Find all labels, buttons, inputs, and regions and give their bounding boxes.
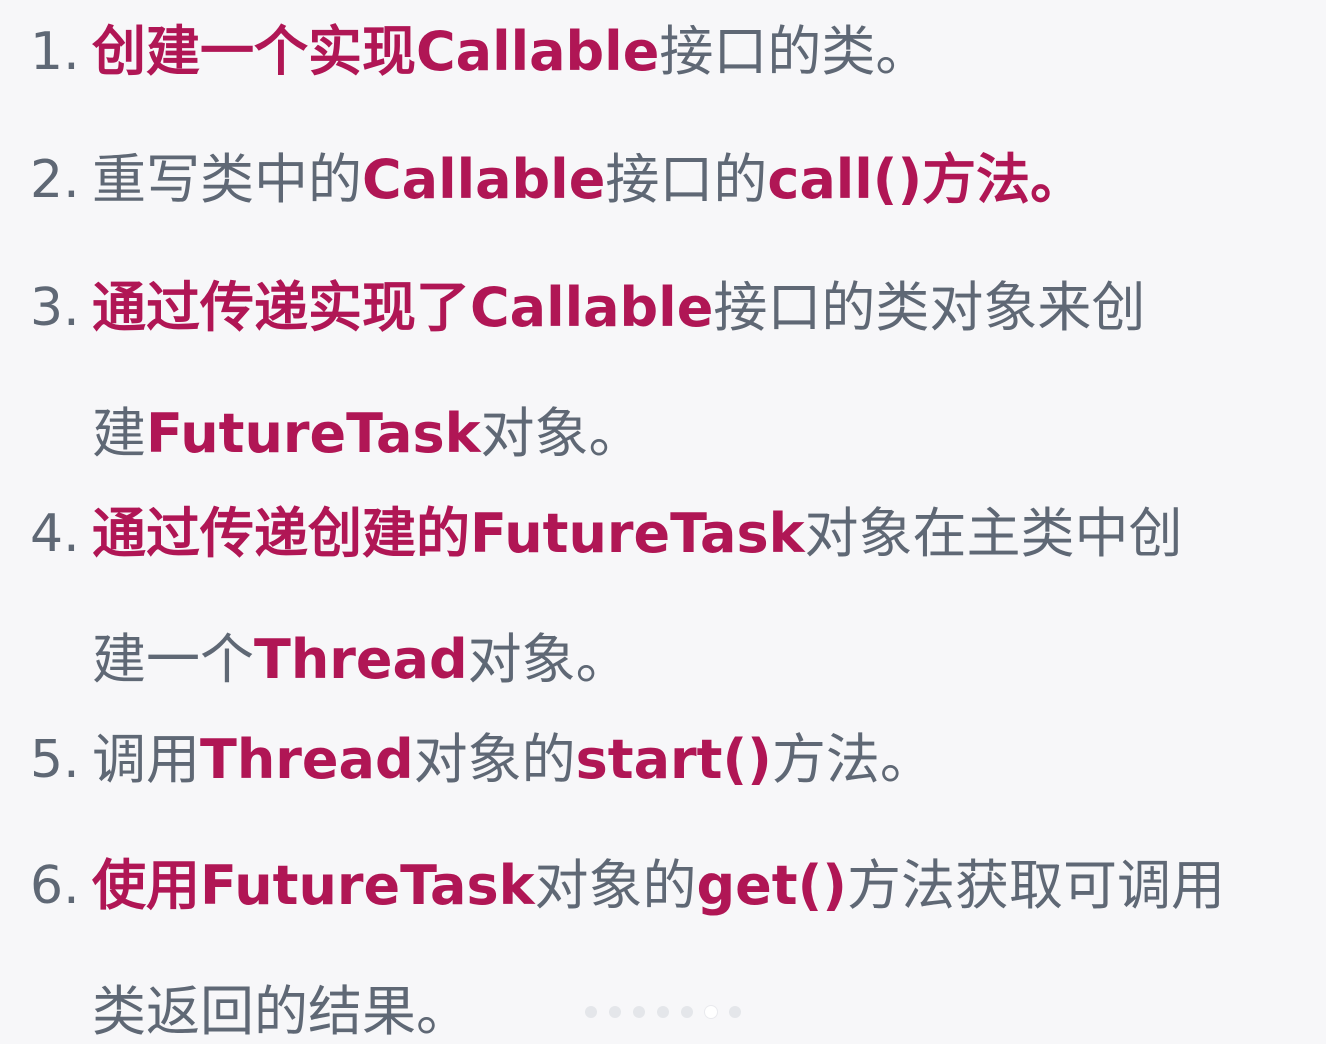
step-number: 2.	[30, 150, 80, 210]
step-number: 4.	[30, 504, 80, 564]
page-dot[interactable]	[657, 1006, 669, 1018]
step-text: 通过传递创建的FutureTask对象在主类中创 建一个Thread对象。	[92, 502, 1292, 692]
step-number: 1.	[30, 22, 80, 82]
text-segment: 重写类中的	[92, 148, 362, 211]
text-segment: 对象。	[467, 628, 630, 691]
text-segment: Callable	[362, 148, 606, 211]
text-segment: 通过传递实现了Callable	[92, 276, 714, 339]
text-line: 使用FutureTask对象的get()方法获取可调用	[92, 854, 1292, 918]
text-segment: Thread	[200, 728, 414, 791]
step-number: 5.	[30, 730, 80, 790]
text-segment: 接口的类。	[659, 20, 930, 83]
text-segment: get()	[696, 854, 847, 917]
page-dot[interactable]	[633, 1006, 645, 1018]
text-line: 通过传递创建的FutureTask对象在主类中创	[92, 502, 1292, 566]
text-line: 通过传递实现了Callable接口的类对象来创	[92, 276, 1292, 340]
text-segment: 接口的类对象来创	[713, 276, 1146, 339]
page-dot[interactable]	[585, 1006, 597, 1018]
text-segment: 方法获取可调用	[846, 854, 1225, 917]
page-dot[interactable]	[609, 1006, 621, 1018]
document-page: 1. 创建一个实现Callable接口的类。 2. 重写类中的Callable接…	[0, 0, 1326, 1043]
step-text: 通过传递实现了Callable接口的类对象来创 建FutureTask对象。	[92, 276, 1292, 466]
text-segment: call()方法。	[767, 148, 1085, 211]
page-indicator	[0, 1006, 1326, 1020]
text-segment: 对象的	[413, 728, 576, 791]
step-number: 3.	[30, 278, 80, 338]
step-text: 重写类中的Callable接口的call()方法。	[92, 148, 1292, 212]
text-segment: 建	[92, 402, 146, 465]
text-line: 创建一个实现Callable接口的类。	[92, 20, 1292, 84]
step-text: 创建一个实现Callable接口的类。	[92, 20, 1292, 84]
step-text: 调用Thread对象的start()方法。	[92, 728, 1292, 792]
text-line: 调用Thread对象的start()方法。	[92, 728, 1292, 792]
text-line: 建一个Thread对象。	[92, 628, 1292, 692]
text-segment: Thread	[254, 628, 468, 691]
text-line: 建FutureTask对象。	[92, 402, 1292, 466]
text-segment: 调用	[92, 728, 200, 791]
page-dot[interactable]	[705, 1006, 717, 1018]
page-dot[interactable]	[681, 1006, 693, 1018]
text-segment: 接口的	[605, 148, 768, 211]
text-segment: 使用FutureTask	[92, 854, 535, 917]
text-segment: 对象在主类中创	[804, 502, 1183, 565]
text-segment: 方法。	[771, 728, 934, 791]
text-segment: 建一个	[92, 628, 254, 691]
text-segment: 对象的	[534, 854, 697, 917]
text-segment: FutureTask	[146, 402, 481, 465]
text-segment: start()	[575, 728, 772, 791]
text-segment: 通过传递创建的FutureTask	[92, 502, 805, 565]
page-dot[interactable]	[729, 1006, 741, 1018]
text-segment: 创建一个实现Callable	[92, 20, 660, 83]
text-segment: 对象。	[480, 402, 643, 465]
step-number: 6.	[30, 856, 80, 916]
text-line: 重写类中的Callable接口的call()方法。	[92, 148, 1292, 212]
